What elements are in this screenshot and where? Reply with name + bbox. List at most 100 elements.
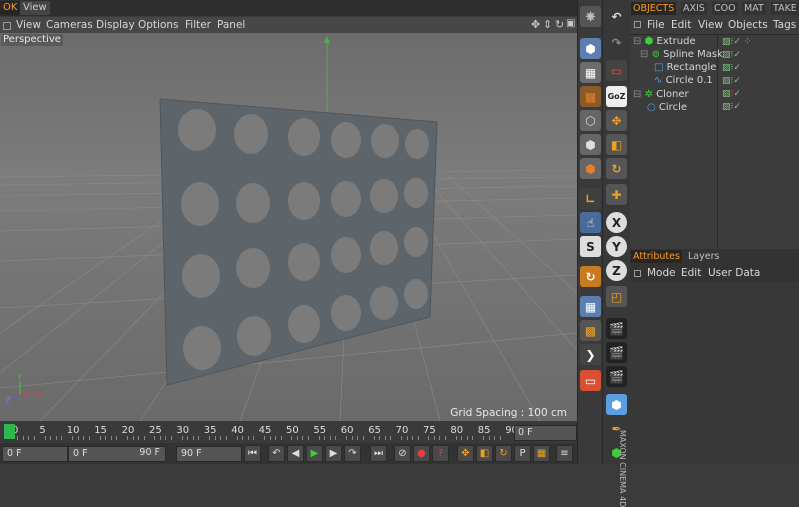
move-tool-icon[interactable]: ✥	[606, 110, 627, 131]
timeline-minor-tick	[428, 436, 430, 440]
keyframe-selection-button[interactable]: ⊘	[394, 445, 411, 462]
object-row-spline-mask[interactable]: ⊟ ⊚ Spline Mask	[640, 48, 723, 61]
add-object-icon[interactable]: ✚	[606, 184, 627, 205]
live-selection-icon[interactable]: ▭	[606, 60, 627, 81]
object-row-cloner[interactable]: ⊟ ✲ Cloner	[633, 88, 689, 101]
cube-icon[interactable]: ⬢	[580, 38, 601, 59]
object-row-circle-01[interactable]: ∿ Circle 0.1	[654, 74, 713, 87]
workplane-icon[interactable]: ↻	[580, 266, 601, 287]
menu-edit[interactable]: Edit	[671, 17, 691, 33]
autokey-button[interactable]: ?	[432, 445, 449, 462]
tab-axis[interactable]: AXIS	[681, 2, 707, 15]
move-view-icon[interactable]: ✥	[531, 18, 540, 31]
prev-key-button[interactable]: ↶	[268, 445, 285, 462]
menu-objects[interactable]: Objects	[728, 17, 768, 33]
key-param-button[interactable]: P	[514, 445, 531, 462]
visibility-toggle-icon[interactable]: ▨⁝✓ ⁘	[722, 37, 751, 47]
render-picture-viewer-icon[interactable]: 🎬	[606, 342, 627, 363]
polygon-mode-icon[interactable]: ⬢	[580, 158, 601, 179]
key-scale-button[interactable]: ◧	[476, 445, 493, 462]
scale-tool-icon[interactable]: ◧	[606, 134, 627, 155]
menu-user-data[interactable]: User Data	[708, 265, 760, 281]
maximize-view-icon[interactable]: ▣	[566, 18, 575, 29]
goz-icon[interactable]: GoZ	[606, 86, 627, 107]
render-view-icon[interactable]: 🎬	[606, 318, 627, 339]
tab-layers[interactable]: Layers	[686, 250, 722, 263]
checker-cube-icon[interactable]: ▦	[580, 62, 601, 83]
visibility-toggle-icon[interactable]: ▨⁝✓	[722, 63, 741, 73]
rotate-tool-icon[interactable]: ↻	[606, 158, 627, 179]
menu-cameras[interactable]: Cameras	[46, 17, 93, 33]
prev-frame-button[interactable]: ◀	[287, 445, 304, 462]
undo-icon[interactable]: ↶	[606, 6, 627, 27]
locked-workplane-icon[interactable]: ▦	[580, 296, 601, 317]
preview-max-field[interactable]: 90 F	[128, 446, 160, 460]
visibility-toggle-icon[interactable]: ▨⁝✓	[722, 89, 741, 99]
end-frame-field[interactable]: 90 F	[176, 446, 242, 462]
scroll-view-icon[interactable]: ⇕	[543, 18, 552, 31]
start-frame-field[interactable]: 0 F	[2, 446, 68, 462]
coordinate-system-icon[interactable]: ◰	[606, 286, 627, 307]
undo-view-icon[interactable]: ⎈	[580, 6, 601, 27]
tab-view[interactable]: View	[20, 1, 50, 15]
object-row-extrude[interactable]: ⊟ ⬢ Extrude	[633, 35, 696, 48]
menu-display[interactable]: Display	[96, 17, 135, 33]
play-button[interactable]: ▶	[306, 445, 323, 462]
timeline-minor-tick	[433, 436, 435, 440]
planar-workplane-icon[interactable]: ▩	[580, 320, 601, 341]
x-axis-lock-icon[interactable]: X	[606, 212, 627, 233]
visibility-toggle-icon[interactable]: ▨⁝✓	[722, 76, 741, 86]
render-region-icon[interactable]: ▭	[580, 370, 601, 391]
goto-start-button[interactable]: ⏮	[244, 445, 261, 462]
menu-panel[interactable]: Panel	[217, 17, 245, 33]
snap-icon[interactable]: S	[580, 236, 601, 257]
menu-mode[interactable]: Mode	[647, 265, 676, 281]
key-position-button[interactable]: ✥	[457, 445, 474, 462]
current-frame-field[interactable]: 0 F	[514, 425, 577, 441]
timeline-ruler[interactable]: 0 5 10 15 20 25 30 35 40 45 50 55 60 65 70 75 80 85 90 0 F	[0, 422, 577, 442]
timeline-minor-tick	[77, 436, 79, 440]
tab-attributes[interactable]: Attributes	[631, 250, 682, 263]
next-frame-button[interactable]: ▶	[325, 445, 342, 462]
timeline-minor-tick	[17, 436, 19, 440]
menu-edit[interactable]: Edit	[681, 265, 701, 281]
menu-view[interactable]: View	[698, 17, 723, 33]
tab-objects[interactable]: OBJECTS	[631, 2, 677, 15]
goto-end-button[interactable]: ⏭	[370, 445, 387, 462]
chevron-right-icon[interactable]: ❯	[580, 344, 601, 365]
render-settings-icon[interactable]: 🎬	[606, 366, 627, 387]
next-key-button[interactable]: ↷	[344, 445, 361, 462]
menu-view[interactable]: View	[16, 17, 41, 33]
playhead-marker[interactable]	[4, 424, 15, 439]
menu-options[interactable]: Options	[138, 17, 179, 33]
object-row-rectangle[interactable]: □ Rectangle	[654, 61, 716, 74]
tab-materials[interactable]: MAT	[742, 2, 766, 15]
object-row-circle[interactable]: ○ Circle	[647, 101, 687, 114]
tab-coordinates[interactable]: COO	[712, 2, 738, 15]
y-axis-lock-icon[interactable]: Y	[606, 236, 627, 257]
record-button[interactable]: ●	[413, 445, 430, 462]
perspective-viewport[interactable]: Y X Z Perspective Grid Spacing : 100 cm	[0, 33, 577, 421]
timeline-menu-button[interactable]: ≡	[556, 445, 573, 462]
primitive-cube-icon[interactable]: ⬢	[606, 394, 627, 415]
tab-take[interactable]: TAKE	[771, 2, 799, 15]
tweak-mode-icon[interactable]: ☝	[580, 212, 601, 233]
timeline-minor-tick	[351, 436, 353, 440]
edge-mode-icon[interactable]: ⬢	[580, 134, 601, 155]
point-mode-icon[interactable]: ⬡	[580, 110, 601, 131]
menu-file[interactable]: File	[647, 17, 665, 33]
visibility-toggle-icon[interactable]: ▨⁝✓	[722, 102, 741, 112]
menu-filter[interactable]: Filter	[185, 17, 211, 33]
menu-tags[interactable]: Tags	[773, 17, 796, 33]
timeline-minor-tick	[143, 436, 145, 440]
z-axis-lock-icon[interactable]: Z	[606, 260, 627, 281]
redo-icon[interactable]: ↷	[606, 32, 627, 53]
rotate-view-icon[interactable]: ↻	[555, 18, 564, 31]
enable-axis-icon[interactable]: ∟	[580, 188, 601, 209]
key-pla-button[interactable]: ▦	[533, 445, 550, 462]
timeline-tick-label: 40	[231, 425, 244, 436]
visibility-toggle-icon[interactable]: ▨⁝✓	[722, 50, 741, 60]
tab-ok[interactable]: OK	[0, 1, 21, 15]
key-rotation-button[interactable]: ↻	[495, 445, 512, 462]
texture-mode-icon[interactable]: ▩	[580, 86, 601, 107]
